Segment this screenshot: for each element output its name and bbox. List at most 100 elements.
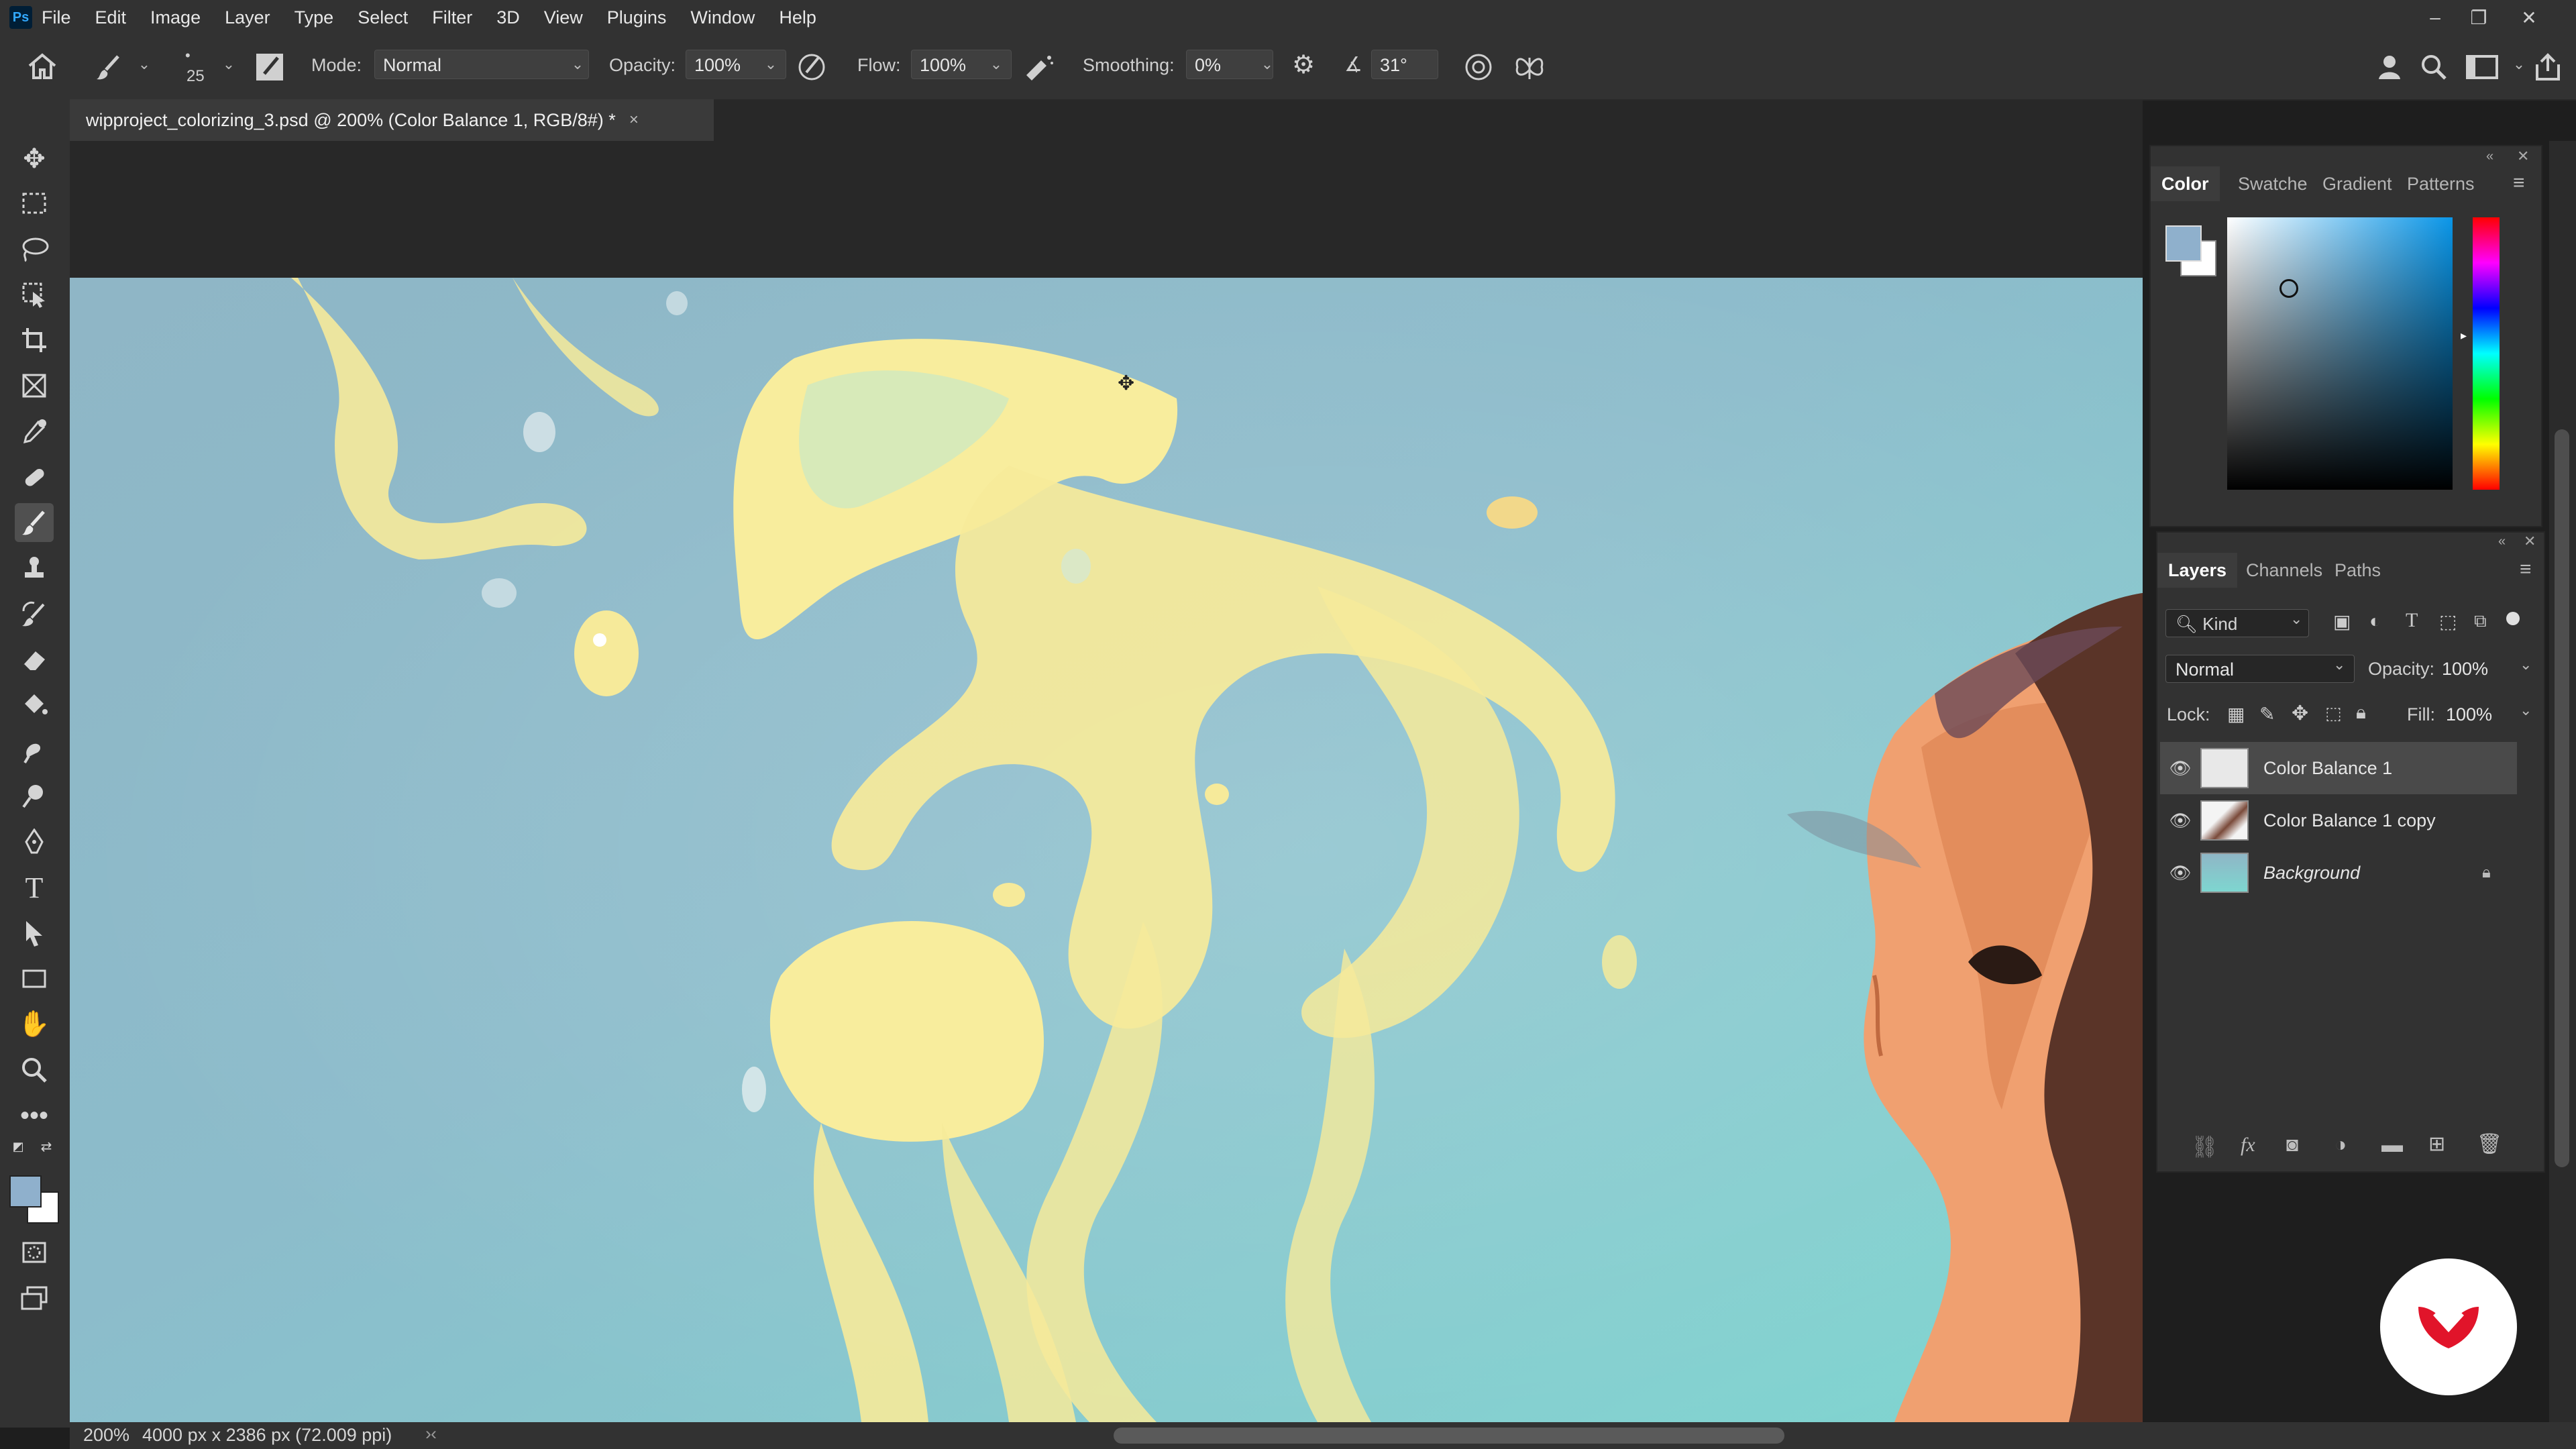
menu-plugins[interactable]: Plugins (607, 7, 667, 28)
document-tab[interactable]: wipproject_colorizing_3.psd @ 200% (Colo… (70, 99, 714, 141)
fill-input[interactable]: 100% (2446, 700, 2516, 729)
brush-settings-icon[interactable] (255, 52, 284, 87)
filter-kind-dropdown-icon[interactable]: ⌄ (2290, 610, 2302, 628)
foreground-color-swatch[interactable] (9, 1175, 42, 1208)
fill-dropdown-icon[interactable]: ⌄ (2520, 702, 2532, 719)
blend-mode-dropdown-icon[interactable]: ⌄ (2333, 656, 2345, 674)
frame-tool-icon[interactable] (15, 366, 54, 405)
filter-adjustment-icon[interactable]: ◐ (2369, 610, 2381, 632)
layer-opacity-input[interactable]: 100% (2442, 655, 2516, 683)
move-tool-icon[interactable]: ✥ (15, 140, 54, 178)
gear-icon[interactable]: ⚙ (1292, 52, 1315, 78)
angle-input[interactable]: 31° (1371, 50, 1438, 79)
canvas-area[interactable]: ✥ (70, 141, 2143, 1422)
scroll-left-icon[interactable]: ‹ (431, 1424, 437, 1444)
color-panel-foreground-swatch[interactable] (2165, 225, 2202, 262)
brush-preset-icon[interactable] (94, 52, 123, 87)
layers-panel-menu-icon[interactable]: ≡ (2520, 558, 2532, 581)
menu-window[interactable]: Window (690, 7, 755, 28)
menu-select[interactable]: Select (358, 7, 408, 28)
mode-select[interactable]: Normal (374, 50, 589, 79)
color-picker-cursor-icon[interactable] (2279, 279, 2298, 298)
menu-file[interactable]: File (42, 7, 71, 28)
paint-bucket-tool-icon[interactable] (15, 686, 54, 724)
eraser-tool-icon[interactable] (15, 640, 54, 679)
mode-dropdown-icon[interactable]: ⌄ (568, 50, 588, 79)
color-field[interactable] (2227, 217, 2453, 490)
object-selection-tool-icon[interactable] (15, 275, 54, 314)
menu-view[interactable]: View (544, 7, 583, 28)
zoom-tool-icon[interactable] (15, 1051, 54, 1089)
path-selection-tool-icon[interactable] (15, 914, 54, 953)
layer-row[interactable]: 👁︎ Background 🔒︎ (2160, 847, 2517, 899)
marquee-tool-icon[interactable] (15, 184, 54, 223)
history-brush-tool-icon[interactable] (15, 594, 54, 633)
link-layers-icon[interactable]: ⛓ (2191, 1134, 2218, 1159)
symmetry-butterfly-icon[interactable] (1513, 52, 1546, 87)
tab-swatches[interactable]: Swatche (2227, 166, 2318, 201)
menu-help[interactable]: Help (779, 7, 816, 28)
tab-channels[interactable]: Channels (2235, 553, 2333, 588)
delete-layer-icon[interactable]: 🗑︎ (2477, 1132, 2502, 1156)
type-tool-icon[interactable]: T (15, 868, 54, 907)
brush-preset-dropdown-icon[interactable]: ⌄ (134, 50, 154, 79)
new-layer-icon[interactable]: ⊞ (2428, 1132, 2445, 1156)
artwork-canvas[interactable] (70, 278, 2143, 1422)
screen-mode-icon[interactable] (15, 1279, 54, 1318)
horizontal-scroll-thumb[interactable] (1114, 1428, 1784, 1444)
layer-style-fx-icon[interactable]: fx (2241, 1134, 2255, 1157)
pen-tool-icon[interactable] (15, 822, 54, 861)
menu-layer[interactable]: Layer (225, 7, 270, 28)
brush-tool-icon[interactable] (15, 503, 54, 542)
healing-brush-tool-icon[interactable] (15, 458, 54, 496)
more-tools-icon[interactable]: ••• (15, 1096, 54, 1135)
collapse-layers-panel-icon[interactable]: « (2498, 534, 2506, 549)
filter-smart-object-icon[interactable]: ⧉ (2474, 610, 2487, 632)
workspace-dropdown-icon[interactable]: ⌄ (2509, 50, 2529, 79)
hand-tool-icon[interactable]: ✋ (15, 1005, 54, 1044)
menu-edit[interactable]: Edit (95, 7, 127, 28)
share-user-icon[interactable] (2376, 52, 2406, 87)
quick-mask-icon[interactable] (15, 1233, 54, 1272)
collapse-panel-icon[interactable]: « (2486, 149, 2493, 164)
lock-transparent-pixels-icon[interactable]: ▦ (2227, 703, 2245, 725)
layer-filter-select[interactable]: 🔍︎ Kind (2165, 609, 2309, 637)
blend-mode-select[interactable]: Normal (2165, 655, 2355, 683)
tab-layers[interactable]: Layers (2157, 553, 2238, 588)
filter-pixel-icon[interactable]: ▣ (2333, 610, 2351, 633)
close-tab-icon[interactable]: × (629, 111, 639, 129)
dodge-tool-icon[interactable] (15, 777, 54, 816)
crop-tool-icon[interactable] (15, 321, 54, 360)
home-icon[interactable] (27, 52, 58, 85)
lock-icon[interactable]: 🔒︎ (2482, 863, 2491, 882)
document-dimensions[interactable]: 4000 px x 2386 px (72.009 ppi) (142, 1425, 392, 1446)
menu-filter[interactable]: Filter (432, 7, 472, 28)
rectangle-tool-icon[interactable] (15, 959, 54, 998)
flow-dropdown-icon[interactable]: ⌄ (986, 50, 1006, 79)
pressure-opacity-icon[interactable] (797, 52, 826, 87)
lock-artboard-icon[interactable]: ⬚ (2325, 703, 2342, 724)
opacity-dropdown-icon[interactable]: ⌄ (761, 50, 781, 79)
share-export-icon[interactable] (2533, 52, 2563, 87)
tab-paths[interactable]: Paths (2324, 553, 2392, 588)
layer-row[interactable]: 👁︎ Color Balance 1 copy (2160, 794, 2517, 847)
eye-icon[interactable]: 👁︎ (2160, 758, 2200, 779)
swap-colors-icon[interactable]: ⇄ (36, 1136, 56, 1157)
hue-slider-handle-icon[interactable]: ▸ (2461, 329, 2467, 343)
eye-icon[interactable]: 👁︎ (2160, 810, 2200, 831)
eye-icon[interactable]: 👁︎ (2160, 863, 2200, 883)
default-colors-icon[interactable]: ◩ (8, 1136, 28, 1157)
tab-gradients[interactable]: Gradient (2312, 166, 2403, 201)
lock-image-pixels-icon[interactable]: ✎ (2259, 703, 2275, 725)
layer-row[interactable]: 👁︎ Color Balance 1 (2160, 742, 2517, 794)
close-window-icon[interactable]: ✕ (2509, 0, 2549, 35)
vertical-scroll-thumb[interactable] (2555, 429, 2569, 1167)
brush-size-dropdown-icon[interactable]: ⌄ (219, 50, 239, 79)
clone-stamp-tool-icon[interactable] (15, 549, 54, 588)
filter-toggle-icon[interactable] (2506, 612, 2520, 625)
menu-image[interactable]: Image (150, 7, 201, 28)
filter-type-icon[interactable]: T (2406, 609, 2418, 632)
minimize-icon[interactable]: – (2415, 0, 2455, 35)
lasso-tool-icon[interactable] (15, 229, 54, 268)
hue-slider[interactable] (2473, 217, 2500, 490)
